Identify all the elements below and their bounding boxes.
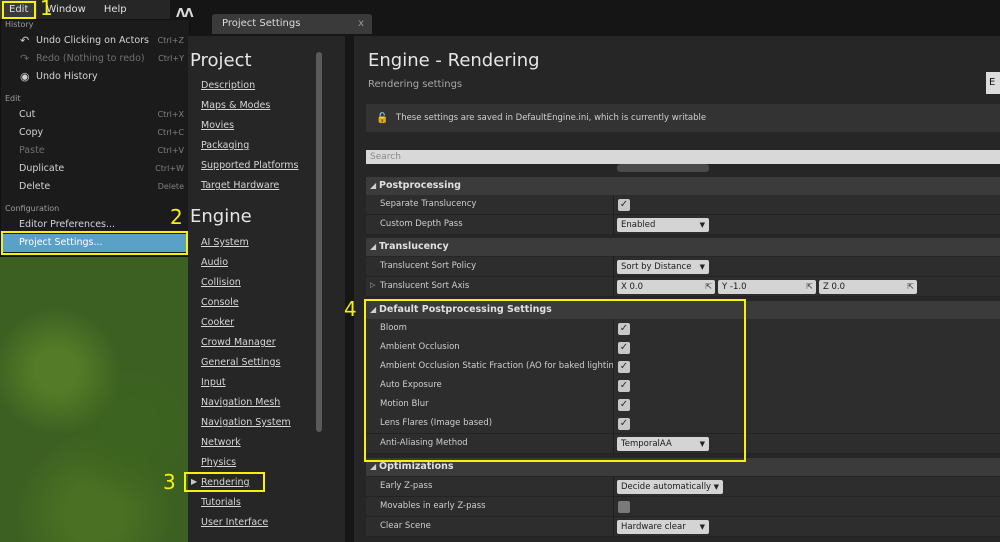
setting-row: Translucent Sort Policy Sort by Distance… xyxy=(366,257,1000,277)
nav-link-maps-modes[interactable]: Maps & Modes xyxy=(201,100,270,111)
nav-link-navigation-mesh[interactable]: Navigation Mesh xyxy=(201,397,280,408)
callout-number-4: 4 xyxy=(344,297,357,321)
setting-row: ▷ Translucent Sort Axis X 0.0 ⇱ Y -1.0 ⇱… xyxy=(366,277,1000,297)
movables-early-z-checkbox[interactable] xyxy=(618,501,630,513)
nav-link-console[interactable]: Console xyxy=(201,297,239,308)
settings-nav-panel: Project Description Maps & Modes Movies … xyxy=(188,36,348,542)
nav-link-navigation-system[interactable]: Navigation System xyxy=(201,417,291,428)
page-title: Engine - Rendering xyxy=(368,50,540,71)
redo-menu-item[interactable]: ↷ Redo (Nothing to redo) Ctrl+Y xyxy=(2,50,188,68)
settings-search-input[interactable]: Search xyxy=(366,150,1000,164)
lock-icon: 🔓 xyxy=(376,113,389,124)
category-translucency[interactable]: ◢ Translucency xyxy=(366,238,1000,256)
undo-menu-item[interactable]: ↶ Undo Clicking on Actors Ctrl+Z xyxy=(2,32,188,50)
page-subtitle: Rendering settings xyxy=(368,79,463,90)
nav-link-input[interactable]: Input xyxy=(201,377,226,388)
collapse-arrow-icon: ◢ xyxy=(370,181,377,190)
content-scrollbar[interactable] xyxy=(617,164,709,172)
callout-box-edit xyxy=(2,1,36,19)
edit-section-header: Edit xyxy=(5,94,21,103)
custom-depth-pass-dropdown[interactable]: Enabled ▼ xyxy=(617,218,709,232)
nav-link-movies[interactable]: Movies xyxy=(201,120,234,131)
paste-menu-item[interactable]: Paste Ctrl+V xyxy=(2,142,188,160)
nav-heading-project: Project xyxy=(190,50,252,71)
sort-axis-y-field[interactable]: Y -1.0 ⇱ xyxy=(718,280,816,294)
sort-axis-x-field[interactable]: X 0.0 ⇱ xyxy=(617,280,715,294)
callout-box-default-postprocessing xyxy=(364,299,746,462)
chevron-down-icon: ▼ xyxy=(699,221,705,229)
clear-scene-dropdown[interactable]: Hardware clear ▼ xyxy=(617,520,709,534)
history-icon: ◉ xyxy=(20,70,30,83)
nav-link-target-hardware[interactable]: Target Hardware xyxy=(201,180,279,191)
chevron-down-icon: ▼ xyxy=(699,263,705,271)
drag-handle-icon: ⇱ xyxy=(806,282,813,291)
early-z-pass-dropdown[interactable]: Decide automatically ▼ xyxy=(617,480,723,494)
setting-row: Early Z-pass Decide automatically ▼ xyxy=(366,477,1000,497)
nav-link-audio[interactable]: Audio xyxy=(201,257,228,268)
unreal-logo-icon: ɅɅ xyxy=(176,6,194,20)
nav-link-physics[interactable]: Physics xyxy=(201,457,236,468)
callout-number-2: 2 xyxy=(170,205,183,229)
configuration-section-header: Configuration xyxy=(5,204,60,213)
export-button[interactable]: E xyxy=(986,72,1000,94)
callout-number-3: 3 xyxy=(163,470,176,494)
nav-link-crowd-manager[interactable]: Crowd Manager xyxy=(201,337,276,348)
config-notice-text: These settings are saved in DefaultEngin… xyxy=(396,113,707,123)
panel-divider[interactable] xyxy=(345,36,354,542)
nav-link-user-interface[interactable]: User Interface xyxy=(201,517,268,528)
collapse-arrow-icon: ◢ xyxy=(370,242,377,251)
level-viewport[interactable] xyxy=(0,257,188,542)
nav-link-packaging[interactable]: Packaging xyxy=(201,140,249,151)
setting-row: Separate Translucency ✓ xyxy=(366,195,1000,215)
setting-row: Clear Scene Hardware clear ▼ xyxy=(366,517,1000,537)
chevron-down-icon: ▼ xyxy=(699,523,705,531)
callout-number-1: 1 xyxy=(40,0,53,20)
nav-link-supported-platforms[interactable]: Supported Platforms xyxy=(201,160,298,171)
drag-handle-icon: ⇱ xyxy=(705,282,712,291)
tab-title: Project Settings xyxy=(222,18,301,29)
menu-help[interactable]: Help xyxy=(95,0,136,19)
nav-link-network[interactable]: Network xyxy=(201,437,241,448)
copy-menu-item[interactable]: Copy Ctrl+C xyxy=(2,124,188,142)
category-postprocessing[interactable]: ◢ Postprocessing xyxy=(366,177,1000,195)
nav-heading-engine: Engine xyxy=(190,206,252,227)
setting-row: Movables in early Z-pass xyxy=(366,497,1000,517)
nav-link-tutorials[interactable]: Tutorials xyxy=(201,497,241,508)
cut-menu-item[interactable]: Cut Ctrl+X xyxy=(2,106,188,124)
nav-link-general-settings[interactable]: General Settings xyxy=(201,357,280,368)
delete-menu-item[interactable]: Delete Delete xyxy=(2,178,188,196)
nav-link-description[interactable]: Description xyxy=(201,80,255,91)
edit-menu-dropdown: History ↶ Undo Clicking on Actors Ctrl+Z… xyxy=(0,19,190,257)
sort-axis-z-field[interactable]: Z 0.0 ⇱ xyxy=(819,280,917,294)
nav-link-cooker[interactable]: Cooker xyxy=(201,317,234,328)
callout-box-rendering xyxy=(184,472,265,492)
redo-icon: ↷ xyxy=(20,52,30,65)
setting-row: Custom Depth Pass Enabled ▼ xyxy=(366,215,1000,235)
nav-scrollbar[interactable] xyxy=(316,52,322,432)
translucent-sort-policy-dropdown[interactable]: Sort by Distance ▼ xyxy=(617,260,709,274)
undo-history-menu-item[interactable]: ◉ Undo History xyxy=(2,68,188,86)
callout-box-project-settings xyxy=(1,231,188,255)
tab-project-settings[interactable]: Project Settings x xyxy=(212,14,372,34)
close-icon[interactable]: x xyxy=(358,14,364,34)
chevron-down-icon: ▼ xyxy=(713,483,719,491)
nav-link-collision[interactable]: Collision xyxy=(201,277,241,288)
history-section-header: History xyxy=(5,20,34,29)
expand-arrow-icon[interactable]: ▷ xyxy=(370,281,375,289)
drag-handle-icon: ⇱ xyxy=(907,282,914,291)
separate-translucency-checkbox[interactable]: ✓ xyxy=(618,199,630,211)
duplicate-menu-item[interactable]: Duplicate Ctrl+W xyxy=(2,160,188,178)
nav-link-ai-system[interactable]: AI System xyxy=(201,237,249,248)
undo-icon: ↶ xyxy=(20,34,30,47)
